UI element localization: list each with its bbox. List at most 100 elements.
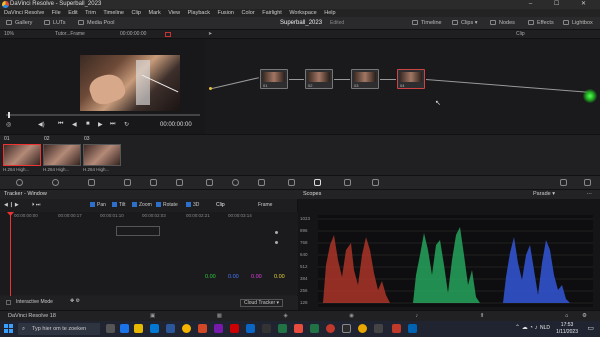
taskbar-search-box[interactable]: ⌕ Typ hier om te zoeken bbox=[18, 323, 100, 335]
menu-item[interactable]: Trim bbox=[85, 10, 96, 16]
video-frame[interactable] bbox=[80, 55, 180, 111]
menu-item[interactable]: View bbox=[168, 10, 180, 16]
menu-item[interactable]: Playback bbox=[188, 10, 210, 16]
resolve-taskbar-icon[interactable] bbox=[342, 324, 351, 333]
scopes-options-icon[interactable]: ⋯ bbox=[587, 190, 593, 199]
viewer-scrubber[interactable] bbox=[6, 114, 200, 116]
color-match-icon[interactable] bbox=[52, 179, 59, 186]
windows-start-icon[interactable] bbox=[4, 324, 14, 334]
word-icon[interactable] bbox=[166, 324, 175, 333]
timeline-button[interactable]: Timeline bbox=[412, 20, 442, 26]
color-wheels-icon[interactable] bbox=[88, 179, 95, 186]
grab-still-icon[interactable] bbox=[165, 32, 171, 37]
node-output-icon[interactable] bbox=[583, 89, 597, 103]
magic-mask-icon[interactable] bbox=[344, 179, 351, 186]
excel-icon[interactable] bbox=[310, 324, 319, 333]
onenote-icon[interactable] bbox=[214, 324, 223, 333]
play-icon[interactable]: ▶ bbox=[98, 121, 103, 128]
media-pool-button[interactable]: Media Pool bbox=[78, 20, 115, 26]
clips-button[interactable]: Clips ▾ bbox=[452, 20, 478, 26]
tracker-playhead[interactable] bbox=[10, 215, 11, 300]
app-icon[interactable] bbox=[230, 324, 239, 333]
menu-item[interactable]: Fairlight bbox=[262, 10, 282, 16]
audio-icon[interactable]: ◀) bbox=[38, 121, 45, 128]
luts-button[interactable]: LUTs bbox=[44, 20, 66, 26]
notifications-icon[interactable]: ▭ bbox=[587, 324, 594, 332]
tracker-graph[interactable] bbox=[0, 220, 298, 295]
clip-thumbnail-01[interactable] bbox=[3, 144, 41, 166]
tracker-tool-icons[interactable]: ✥ ⚙ bbox=[70, 298, 80, 304]
camera-raw-icon[interactable] bbox=[16, 179, 23, 186]
menu-item[interactable]: Mark bbox=[149, 10, 161, 16]
language-indicator[interactable]: NLD bbox=[540, 325, 550, 331]
menu-item[interactable]: Clip bbox=[131, 10, 140, 16]
pointer-icon[interactable]: ➤ bbox=[208, 30, 212, 39]
edge-icon[interactable] bbox=[120, 324, 129, 333]
track-forward-icon[interactable]: ⏵ ⏭ bbox=[32, 202, 40, 208]
viewer-options-icon[interactable]: ◎ bbox=[6, 121, 11, 128]
curves-icon[interactable] bbox=[206, 179, 213, 186]
go-to-first-icon[interactable]: ⏮ bbox=[58, 121, 63, 128]
tilt-checkbox[interactable]: Tilt bbox=[112, 202, 125, 208]
scrubber-playhead[interactable] bbox=[8, 112, 10, 118]
powerpoint-icon[interactable] bbox=[198, 324, 207, 333]
clip-thumbnail-03[interactable] bbox=[83, 144, 121, 166]
hdr-icon[interactable] bbox=[124, 179, 131, 186]
tracker-keyframe[interactable] bbox=[275, 241, 278, 244]
motion-effects-icon[interactable] bbox=[176, 179, 183, 186]
scope-mode-dropdown[interactable]: Parade ▾ bbox=[533, 190, 555, 199]
window-controls[interactable]: – ☐ ✕ bbox=[529, 0, 596, 9]
blur-icon[interactable] bbox=[372, 179, 379, 186]
app-icon[interactable] bbox=[294, 324, 303, 333]
tracker-icon[interactable] bbox=[314, 179, 321, 186]
rotate-checkbox[interactable]: Rotate bbox=[156, 202, 178, 208]
app-icon[interactable] bbox=[246, 324, 255, 333]
zoom-level[interactable]: 10% bbox=[4, 30, 14, 39]
node-01[interactable]: 01 bbox=[260, 69, 288, 89]
app-icon[interactable] bbox=[408, 324, 417, 333]
tracker-keyframe[interactable] bbox=[275, 231, 278, 234]
gallery-button[interactable]: Gallery bbox=[6, 20, 32, 26]
file-explorer-icon[interactable] bbox=[134, 324, 143, 333]
menu-item[interactable]: Help bbox=[324, 10, 335, 16]
stop-icon[interactable]: ■ bbox=[86, 121, 90, 127]
play-reverse-icon[interactable]: ◀ bbox=[72, 121, 77, 128]
pan-checkbox[interactable]: Pan bbox=[90, 202, 106, 208]
node-04-selected[interactable]: 04 bbox=[397, 69, 425, 89]
window-icon[interactable] bbox=[288, 179, 295, 186]
go-to-last-icon[interactable]: ⏭ bbox=[110, 121, 115, 128]
color-warper-icon[interactable] bbox=[232, 179, 239, 186]
menu-item[interactable]: Edit bbox=[68, 10, 77, 16]
node-03[interactable]: 03 bbox=[351, 69, 379, 89]
3d-checkbox[interactable]: 3D bbox=[186, 202, 199, 208]
node-editor[interactable]: 01 02 03 04 ↖ bbox=[205, 39, 600, 134]
menu-item[interactable]: DaVinci Resolve bbox=[4, 10, 44, 16]
app-icon[interactable] bbox=[326, 324, 335, 333]
menu-item[interactable]: Color bbox=[242, 10, 255, 16]
scopes-icon[interactable] bbox=[560, 179, 567, 186]
lightbox-button[interactable]: Lightbox bbox=[563, 20, 593, 26]
cloud-tracker-dropdown[interactable]: Cloud Tracker ▾ bbox=[240, 299, 284, 307]
viewer-clip-name[interactable]: Tutor...Frame bbox=[55, 30, 85, 39]
info-icon[interactable] bbox=[584, 179, 591, 186]
rgb-mixer-icon[interactable] bbox=[150, 179, 157, 186]
app-icon[interactable] bbox=[392, 324, 401, 333]
node-mode-dropdown[interactable]: Clip bbox=[516, 30, 525, 39]
menu-item[interactable]: File bbox=[52, 10, 61, 16]
chrome-icon[interactable] bbox=[358, 324, 367, 333]
nodes-button[interactable]: Nodes bbox=[490, 20, 515, 26]
frame-mode-button[interactable]: Frame bbox=[258, 202, 272, 208]
tracker-ruler[interactable]: 00:00:00:00 00:00:00:17 00:00:01:10 00:0… bbox=[0, 212, 298, 220]
clip-thumbnail-02[interactable] bbox=[43, 144, 81, 166]
excel-icon[interactable] bbox=[278, 324, 287, 333]
mail-icon[interactable] bbox=[150, 324, 159, 333]
app-icon[interactable] bbox=[262, 324, 271, 333]
menu-item[interactable]: Workspace bbox=[289, 10, 316, 16]
menu-item[interactable]: Fusion bbox=[217, 10, 234, 16]
node-02[interactable]: 02 bbox=[305, 69, 333, 89]
interactive-mode-checkbox[interactable] bbox=[6, 300, 11, 305]
menu-item[interactable]: Timeline bbox=[103, 10, 124, 16]
loop-icon[interactable]: ↻ bbox=[124, 121, 129, 128]
system-tray-icons[interactable]: ⌃ ☁ ◔ ♪ bbox=[515, 324, 538, 331]
clip-mode-button[interactable]: Clip bbox=[216, 202, 225, 208]
